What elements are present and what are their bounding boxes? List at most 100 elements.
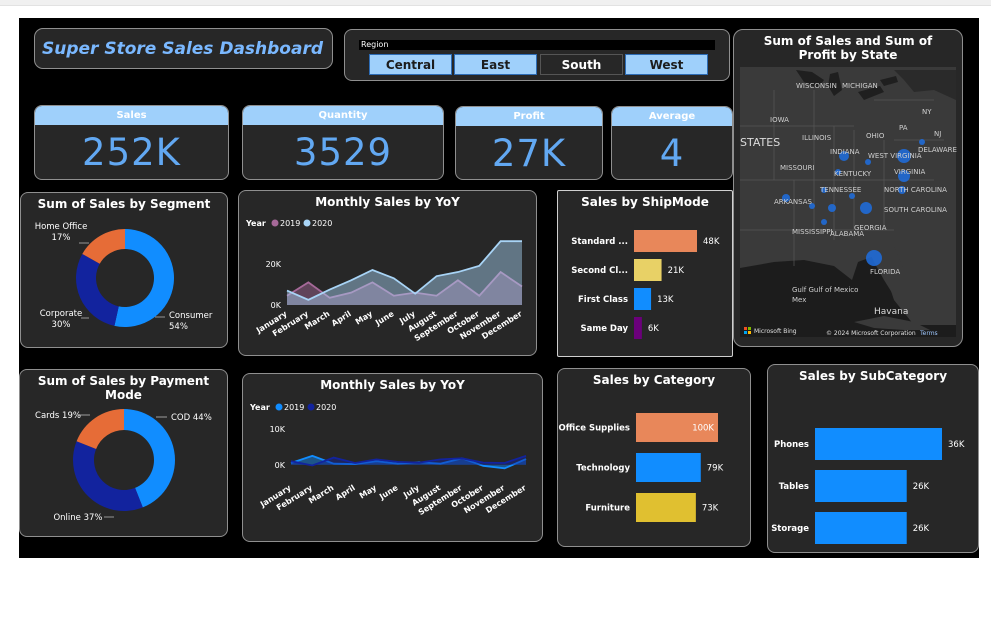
bar-category-label: First Class bbox=[578, 295, 628, 305]
bar-value-label: 48K bbox=[703, 237, 720, 247]
region-slicer: Region Central East South West bbox=[344, 29, 730, 81]
bar-value-label: 6K bbox=[648, 324, 659, 334]
bar-furniture bbox=[636, 493, 696, 522]
kpi-average-value: 4 bbox=[659, 132, 685, 175]
legend-marker-2020 bbox=[303, 219, 311, 227]
donut-data-label: Online 37% bbox=[53, 513, 102, 523]
donut-data-label: Consumer bbox=[169, 311, 213, 321]
state-map[interactable]: WISCONSIN MICHIGAN IOWA ILLINOIS OHIO PA… bbox=[734, 30, 963, 347]
donut-data-label: 54% bbox=[169, 322, 188, 332]
bar-technology bbox=[636, 453, 701, 482]
bar-category-label: Tables bbox=[779, 482, 809, 492]
bar-category-label: Same Day bbox=[580, 324, 628, 334]
bar-value-label: 100K bbox=[692, 424, 714, 434]
map-terms-link[interactable]: Terms bbox=[919, 330, 938, 337]
bar-first-class bbox=[634, 288, 652, 310]
svg-text:GEORGIA: GEORGIA bbox=[854, 224, 887, 232]
bar-same-day bbox=[634, 317, 642, 339]
svg-text:MISSOURI: MISSOURI bbox=[780, 164, 815, 172]
kpi-quantity-label: Quantity bbox=[243, 106, 443, 125]
svg-text:WEST VIRGINIA: WEST VIRGINIA bbox=[868, 152, 922, 160]
legend-marker-2020 bbox=[307, 403, 315, 411]
x-tick-label: June bbox=[377, 483, 400, 502]
bar-category-label: Second Cl... bbox=[571, 266, 628, 276]
dashboard-canvas: Super Store Sales Dashboard Region Centr… bbox=[19, 18, 979, 558]
shipmode-bar-chart[interactable]: Standard ... 48K Second Cl... 21K First Clas… bbox=[558, 191, 733, 357]
donut-data-label: Cards 19% bbox=[35, 411, 81, 421]
svg-text:PA: PA bbox=[899, 124, 908, 132]
y-tick-label: 0K bbox=[271, 301, 282, 310]
region-option-south[interactable]: South bbox=[540, 54, 623, 75]
x-tick-label: May bbox=[358, 483, 379, 501]
legend-title: Year bbox=[245, 219, 266, 228]
y-tick-label: 0K bbox=[275, 461, 286, 470]
kpi-average: Average 4 bbox=[611, 106, 733, 180]
svg-text:NJ: NJ bbox=[934, 130, 941, 138]
payment-card: Sum of Sales by Payment Mode COD 44% Onli… bbox=[19, 369, 228, 537]
region-option-central[interactable]: Central bbox=[369, 54, 452, 75]
bar-value-label: 73K bbox=[702, 504, 719, 514]
svg-text:OHIO: OHIO bbox=[866, 132, 885, 140]
bar-value-label: 36K bbox=[948, 440, 965, 450]
donut-data-label: 17% bbox=[52, 233, 71, 243]
x-tick-label: April bbox=[334, 483, 357, 502]
map-attribution: Microsoft Bing bbox=[754, 328, 797, 335]
bar-tables bbox=[815, 470, 907, 502]
x-tick-label: March bbox=[303, 309, 332, 331]
yoy-line-chart[interactable]: Year 2019 20200K10KJanuaryFebruaryMarchApr… bbox=[243, 374, 543, 542]
category-bar-chart[interactable]: Office Supplies 100K Technology 79K Furnitur… bbox=[558, 369, 751, 547]
bar-second-cl- bbox=[634, 259, 662, 281]
x-tick-label: March bbox=[307, 483, 336, 505]
yoy-line-card: Monthly Sales by YoY Year 2019 2020 0K 10K Ja… bbox=[242, 373, 543, 542]
kpi-sales-value: 252K bbox=[82, 131, 181, 174]
legend-marker-2019 bbox=[275, 403, 283, 411]
svg-text:NY: NY bbox=[922, 108, 932, 116]
title-card: Super Store Sales Dashboard bbox=[34, 28, 333, 69]
bar-value-label: 21K bbox=[668, 266, 685, 276]
bar-category-label: Storage bbox=[771, 524, 809, 534]
svg-text:Mex: Mex bbox=[792, 296, 806, 304]
kpi-average-label: Average bbox=[612, 107, 732, 126]
payment-donut-chart[interactable]: COD 44% Online 37% Cards 19% bbox=[20, 370, 228, 537]
region-option-east[interactable]: East bbox=[454, 54, 537, 75]
segment-card: Sum of Sales by Segment Consumer 54% Corpo… bbox=[20, 192, 228, 348]
svg-text:KENTUCKY: KENTUCKY bbox=[834, 170, 872, 178]
bar-value-label: 13K bbox=[657, 295, 674, 305]
y-tick-label: 20K bbox=[266, 260, 282, 269]
segment-donut-chart[interactable]: Consumer54% Corporate30% Home Office17% bbox=[21, 193, 228, 348]
svg-text:MICHIGAN: MICHIGAN bbox=[842, 82, 878, 90]
donut-slice-online bbox=[73, 441, 143, 511]
kpi-profit-value: 27K bbox=[491, 132, 567, 175]
area-series-2020 bbox=[287, 241, 522, 305]
bar-category-label: Technology bbox=[576, 464, 630, 474]
kpi-quantity-value: 3529 bbox=[293, 131, 393, 174]
subcategory-bar-chart[interactable]: Phones 36K Tables 26K Storage 26K bbox=[768, 365, 979, 553]
kpi-sales: Sales 252K bbox=[34, 105, 229, 180]
svg-text:ILLINOIS: ILLINOIS bbox=[802, 134, 832, 142]
map-card: Sum of Sales and Sum of Profit by State bbox=[733, 29, 963, 347]
svg-text:NORTH CAROLINA: NORTH CAROLINA bbox=[884, 186, 947, 194]
donut-data-label: Corporate bbox=[40, 309, 83, 319]
bar-phones bbox=[815, 428, 942, 460]
donut-data-label: 30% bbox=[52, 320, 71, 330]
region-option-west[interactable]: West bbox=[625, 54, 708, 75]
legend-marker-2019 bbox=[271, 219, 279, 227]
donut-data-label: Home Office bbox=[35, 222, 88, 232]
x-tick-label: May bbox=[354, 309, 375, 327]
category-card: Sales by Category Office Supplies 100K Tec… bbox=[557, 368, 751, 547]
bar-value-label: 79K bbox=[707, 464, 724, 474]
bar-category-label: Standard ... bbox=[571, 237, 628, 247]
yoy-area-chart[interactable]: Year 2019 20200K20KJanuaryFebruaryMarchApr… bbox=[239, 191, 537, 356]
svg-text:MISSISSIPPI: MISSISSIPPI bbox=[792, 228, 833, 236]
bar-value-label: 26K bbox=[913, 482, 930, 492]
x-tick-label: April bbox=[330, 309, 353, 328]
bar-category-label: Furniture bbox=[585, 504, 630, 514]
kpi-quantity: Quantity 3529 bbox=[242, 105, 444, 180]
svg-text:IOWA: IOWA bbox=[770, 116, 789, 124]
svg-text:Havana: Havana bbox=[874, 307, 908, 317]
svg-text:STATES: STATES bbox=[740, 136, 780, 149]
region-slicer-label: Region bbox=[359, 40, 715, 50]
legend-label-2020: 2020 bbox=[316, 403, 336, 412]
map-copyright: © 2024 Microsoft Corporation bbox=[826, 330, 916, 337]
bar-standard- bbox=[634, 230, 697, 252]
